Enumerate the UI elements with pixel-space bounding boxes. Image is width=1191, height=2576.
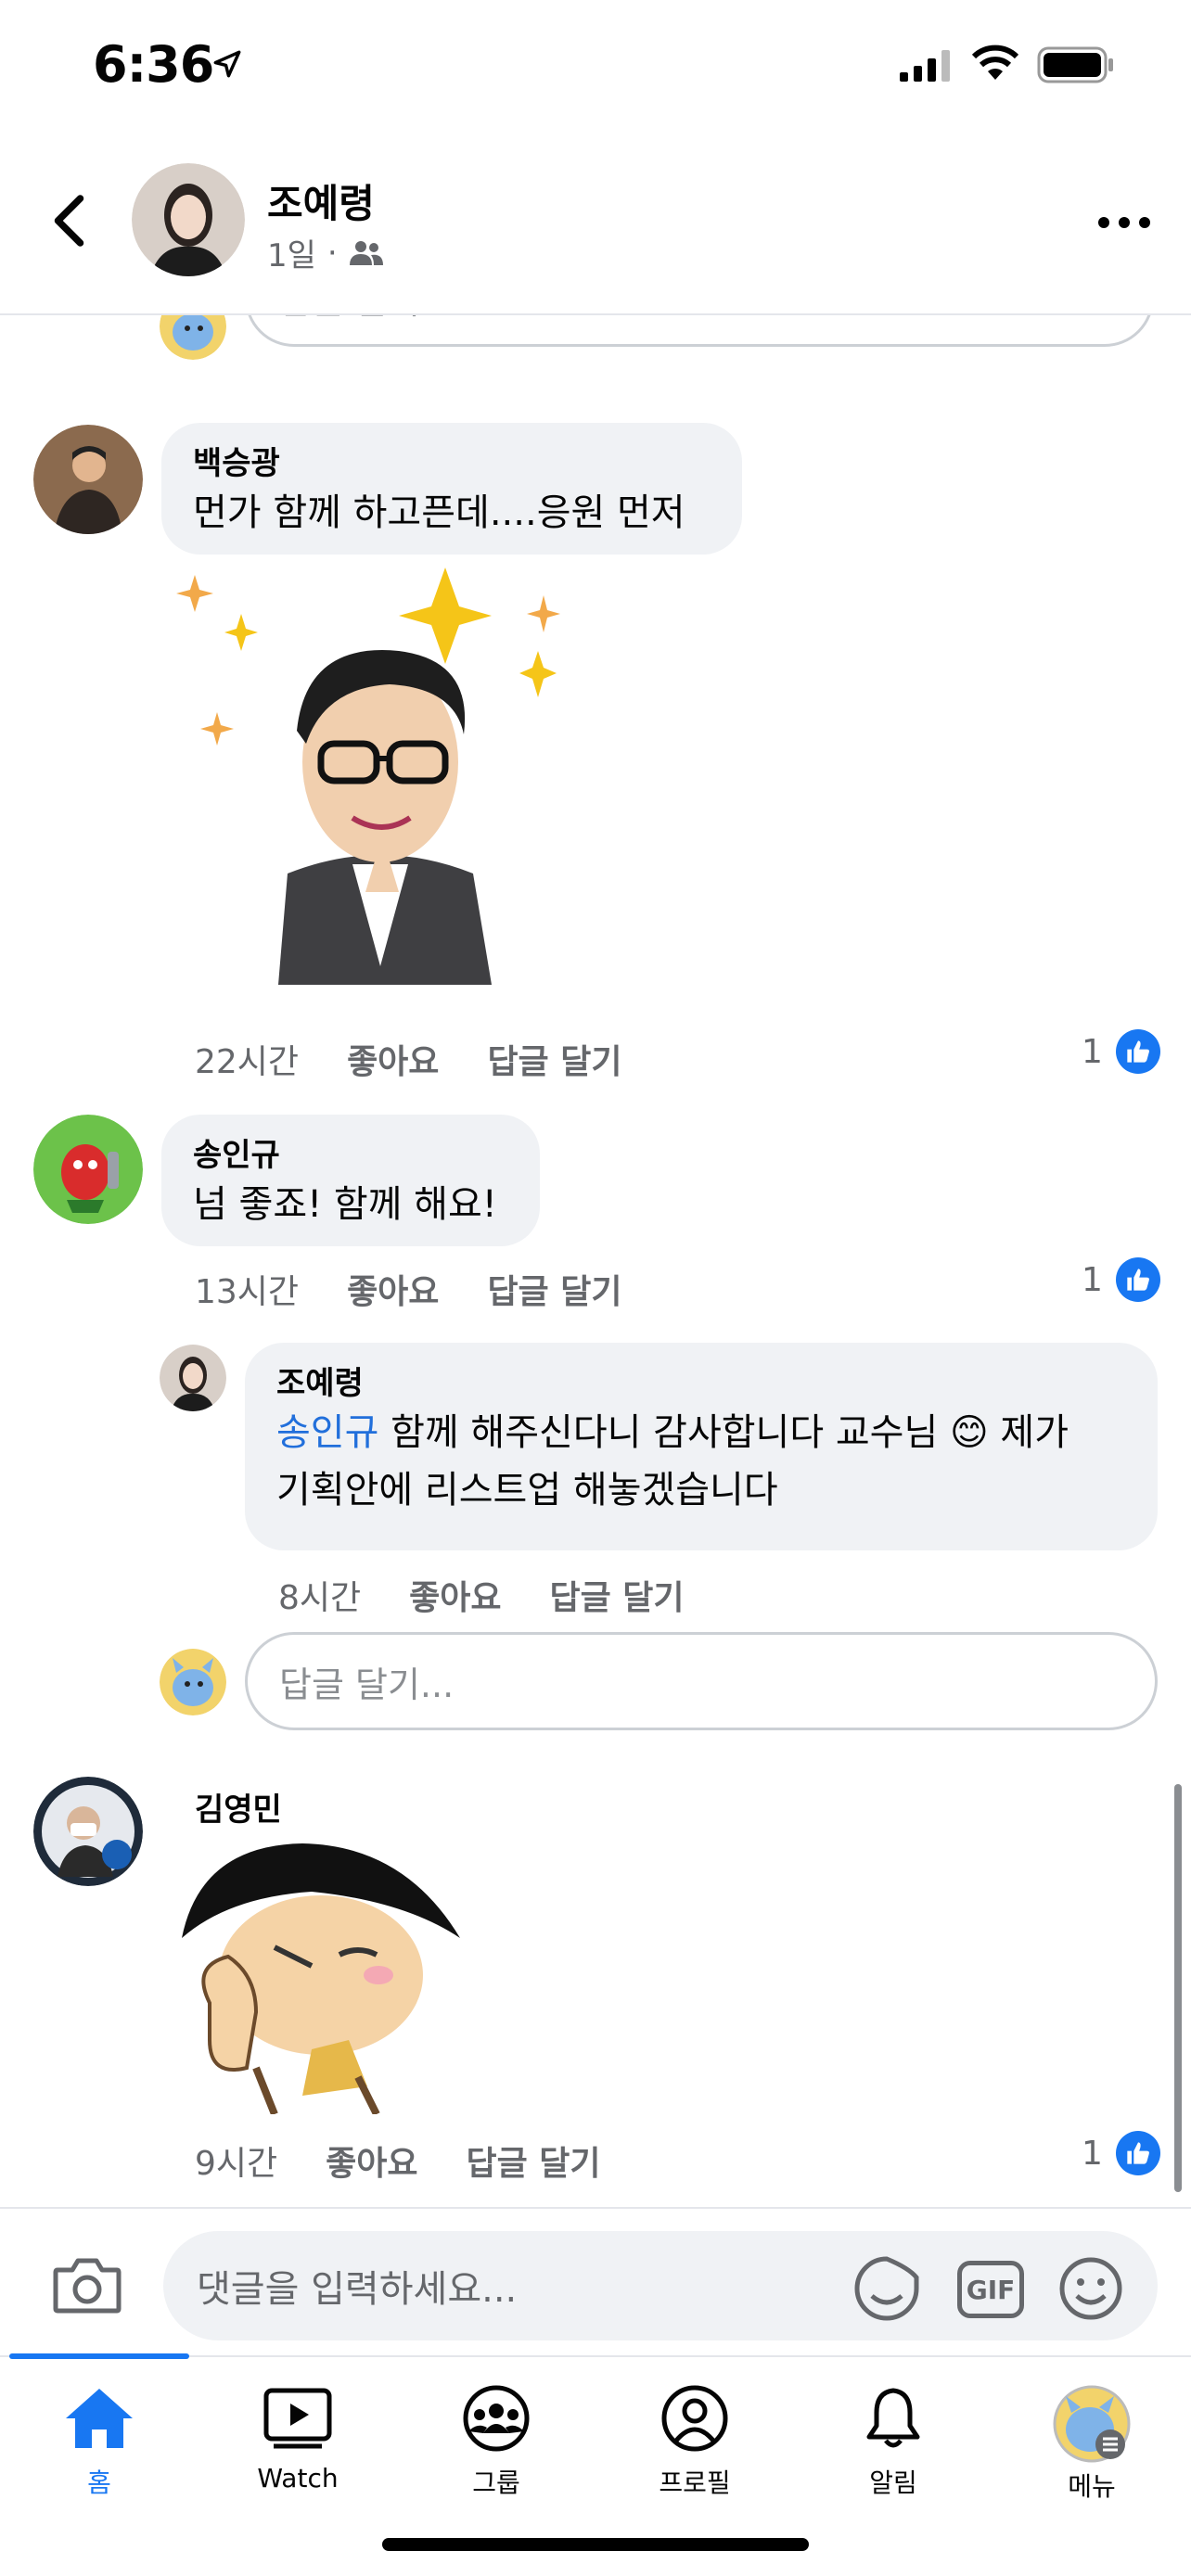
comment-author[interactable]: 백승광 [193,443,711,484]
like-count-number: 1 [1082,1032,1103,1071]
thumbs-up-icon [1115,2131,1160,2175]
reply-bubble: 조예령 송인규 함께 해주신다니 감사합니다 교수님 😊 제가 기획안에 리스트… [245,1343,1158,1550]
like-button[interactable]: 좋아요 [326,2136,417,2185]
comment-time: 9시간 [195,2145,278,2183]
post-meta: 1일 · [267,230,384,275]
home-icon [66,2389,133,2448]
reply-author[interactable]: 조예령 [276,1363,1126,1404]
back-arrow-icon[interactable] [45,193,91,249]
tab-label: Watch [257,2463,339,2493]
active-tab-indicator [9,2353,189,2359]
home-indicator [382,2538,809,2551]
reply-text-part: 함께 해주신다니 감사합니다 교수님 [378,1411,950,1454]
sticker-thumbs-up-character [182,1843,460,2114]
tab-profile[interactable]: 프로필 [596,2385,794,2500]
tab-home[interactable]: 홈 [0,2385,198,2500]
author-avatar[interactable] [132,163,245,276]
like-button[interactable]: 좋아요 [347,1035,439,1083]
like-count-number: 1 [1082,1260,1103,1299]
comment-actions: 22시간 좋아요 답글 달기 [195,1035,621,1083]
sticker-bow-man [176,567,560,985]
comment-bubble: 송인규 넘 좋죠! 함께 해요! [161,1115,540,1246]
scrollbar[interactable] [1174,1784,1182,2192]
reply-text-part: 제가 [988,1411,1069,1454]
reply-button[interactable]: 답글 달기 [467,2136,601,2185]
reply-input[interactable]: 답글 달기... [245,1632,1158,1730]
comment-actions: 9시간 좋아요 답글 달기 [195,2136,601,2185]
reply-input-top[interactable]: 답글 달기... [245,315,1154,347]
commenter-avatar[interactable] [33,425,143,534]
my-avatar [160,315,226,360]
thumbs-up-icon [1115,1029,1160,1074]
smile-emoji: 😊 [949,1411,989,1454]
tab-label: 알림 [869,2468,917,2498]
reply-time: 8시간 [278,1579,362,1617]
tab-label: 메뉴 [1068,2471,1116,2502]
reply-author-avatar[interactable] [160,1345,226,1411]
comment-placeholder: 댓글을 입력하세요... [197,2268,518,2311]
cellular-signal-icon [900,50,950,82]
commenter-avatar[interactable] [33,1115,143,1224]
reply-text: 송인규 함께 해주신다니 감사합니다 교수님 😊 제가 [276,1404,1126,1461]
emoji-icon[interactable] [1057,2255,1124,2322]
reply-actions: 8시간 좋아요 답글 달기 [278,1571,685,1619]
reply-button[interactable]: 답글 달기 [550,1571,685,1619]
status-time: 6:36 [93,35,214,94]
gif-button[interactable]: GIF [957,2261,1024,2318]
tab-label: 프로필 [659,2468,731,2498]
more-options-icon[interactable] [1096,213,1152,232]
comment-time: 22시간 [195,1043,300,1081]
tab-groups[interactable]: 그룹 [397,2385,596,2500]
post-time: 1일 [267,237,316,274]
sticker-icon[interactable] [853,2255,920,2322]
reply-text-line2: 기획안에 리스트업 해놓겠습니다 [276,1469,778,1511]
comment-author[interactable]: 김영민 [195,1784,282,1830]
wifi-icon [971,45,1019,80]
post-header: 조예령 1일 · [0,130,1191,315]
comment-text: 먼가 함께 하고픈데....응원 먼저 [193,491,685,534]
comment-actions: 13시간 좋아요 답글 달기 [195,1265,621,1313]
like-count[interactable]: 1 [1082,1257,1160,1302]
commenter-avatar[interactable] [33,1777,143,1886]
like-button[interactable]: 좋아요 [347,1265,439,1313]
author-name[interactable]: 조예령 [267,172,375,229]
meta-separator: · [327,234,338,272]
tab-label: 그룹 [472,2468,520,2498]
reply-placeholder: 답글 달기... [279,315,454,324]
tab-menu[interactable]: 메뉴 [992,2385,1191,2504]
my-avatar [160,1649,226,1715]
comment-composer: 댓글을 입력하세요... GIF [0,2207,1191,2355]
like-button[interactable]: 좋아요 [409,1571,501,1619]
watch-icon [263,2388,332,2449]
thumbs-up-icon [1115,1257,1160,1302]
reply-button[interactable]: 답글 달기 [487,1265,621,1313]
groups-icon [463,2385,530,2452]
comment-time: 13시간 [195,1273,300,1311]
camera-icon[interactable] [52,2255,122,2315]
tab-label: 홈 [87,2468,111,2498]
menu-avatar [1053,2385,1131,2463]
status-bar: 6:36 [0,0,1191,130]
like-count-number: 1 [1082,2134,1103,2173]
comment-text: 넘 좋죠! 함께 해요! [193,1183,497,1226]
comments-list: 답글 달기... 백승광 먼가 함께 하고픈데....응원 먼저 22시간 좋아… [0,315,1191,2207]
like-count[interactable]: 1 [1082,1029,1160,1074]
reply-button[interactable]: 답글 달기 [487,1035,621,1083]
like-count[interactable]: 1 [1082,2131,1160,2175]
reply-placeholder: 답글 달기... [279,1664,455,1705]
location-arrow-icon [213,50,241,78]
comment-author[interactable]: 송인규 [193,1135,508,1176]
mention-link[interactable]: 송인규 [276,1411,378,1454]
battery-icon [1037,46,1113,83]
profile-icon [661,2385,728,2452]
tab-watch[interactable]: Watch [198,2385,397,2493]
comment-bubble: 백승광 먼가 함께 하고픈데....응원 먼저 [161,423,742,555]
tab-notifications[interactable]: 알림 [794,2385,992,2500]
bell-icon [866,2388,920,2448]
friends-audience-icon [349,240,383,265]
